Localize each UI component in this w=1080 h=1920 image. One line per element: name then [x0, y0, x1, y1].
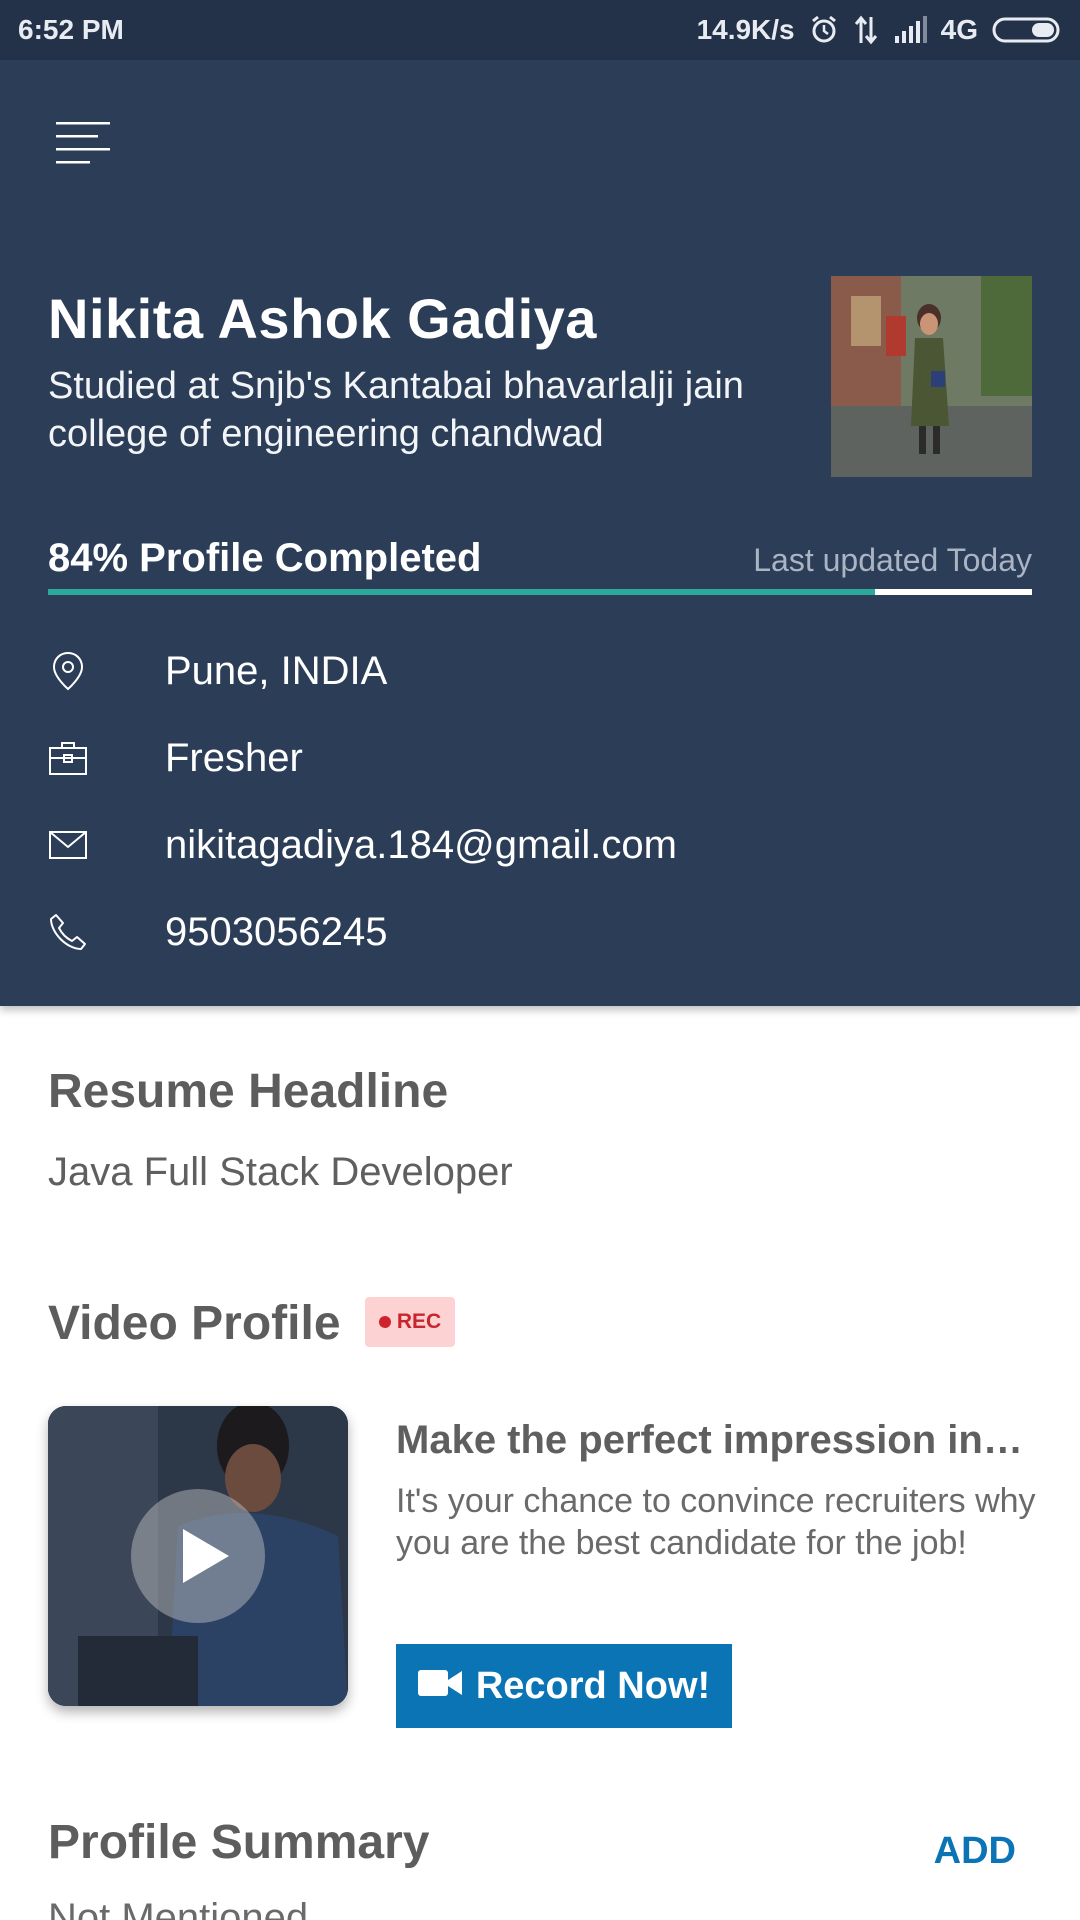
- profile-summary-title: Profile Summary: [48, 1816, 430, 1869]
- phone-text[interactable]: 9503056245: [165, 910, 387, 955]
- status-icons: 14.9K/s 4G: [697, 14, 1064, 46]
- battery-icon: [992, 15, 1064, 45]
- profile-photo[interactable]: [831, 276, 1032, 477]
- video-camera-icon: [417, 1665, 462, 1708]
- info-row-email: nikitagadiya.184@gmail.com: [48, 815, 1032, 875]
- rec-dot-icon: [378, 1316, 391, 1328]
- location-text: Pune, INDIA: [165, 648, 388, 693]
- video-thumbnail[interactable]: [48, 1406, 348, 1706]
- profile-header: Nikita Ashok Gadiya Studied at Snjb's Ka…: [0, 60, 1080, 1006]
- profile-completion-label: 84% Profile Completed: [48, 536, 482, 580]
- info-row-experience: Fresher: [48, 728, 1032, 788]
- status-bar: 6:52 PM 14.9K/s 4G: [0, 0, 1080, 60]
- experience-text: Fresher: [165, 735, 303, 780]
- location-icon: [48, 651, 88, 691]
- profile-completion-bar: [48, 589, 1032, 595]
- network-type: 4G: [940, 14, 978, 45]
- status-time: 6:52 PM: [18, 14, 124, 45]
- profile-name: Nikita Ashok Gadiya: [48, 287, 597, 350]
- mail-icon: [48, 825, 88, 865]
- video-profile-title: Video Profile: [48, 1297, 341, 1350]
- record-now-button[interactable]: Record Now!: [396, 1644, 732, 1728]
- alarm-icon: [809, 15, 839, 45]
- profile-summary-add-button[interactable]: ADD: [934, 1830, 1016, 1873]
- resume-headline-title: Resume Headline: [48, 1065, 449, 1118]
- net-speed: 14.9K/s: [696, 14, 795, 45]
- signal-icon: [893, 16, 927, 44]
- briefcase-icon: [48, 738, 88, 778]
- play-button[interactable]: [131, 1489, 265, 1623]
- info-row-phone: 9503056245: [48, 902, 1032, 962]
- video-promo-body: It's your chance to convince recruiters …: [396, 1482, 1036, 1562]
- last-updated-label: Last updated Today: [753, 542, 1032, 578]
- rec-badge-label: REC: [396, 1310, 442, 1333]
- profile-education: Studied at Snjb's Kantabai bhavarlalji j…: [48, 365, 744, 455]
- hamburger-menu-icon[interactable]: [54, 120, 114, 170]
- record-now-label: Record Now!: [475, 1664, 711, 1707]
- profile-summary-value: Not Mentioned: [48, 1896, 309, 1920]
- data-arrows-icon: [853, 15, 879, 45]
- resume-headline-value[interactable]: Java Full Stack Developer: [48, 1150, 513, 1195]
- phone-icon: [48, 912, 88, 952]
- video-promo-title: Make the perfect impression in…: [396, 1418, 1023, 1462]
- email-text[interactable]: nikitagadiya.184@gmail.com: [165, 823, 677, 868]
- info-row-location: Pune, INDIA: [48, 641, 1032, 701]
- rec-badge: REC: [365, 1297, 455, 1347]
- profile-completion-fill: [48, 589, 875, 595]
